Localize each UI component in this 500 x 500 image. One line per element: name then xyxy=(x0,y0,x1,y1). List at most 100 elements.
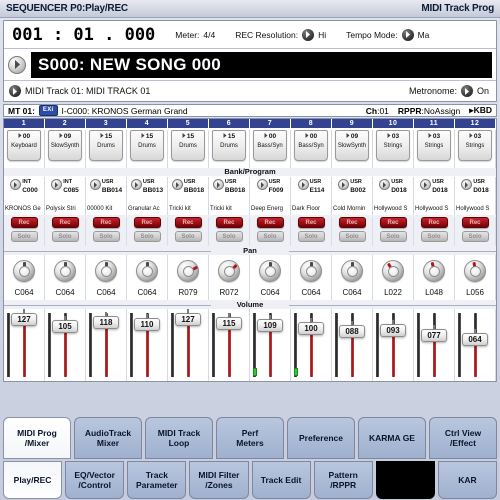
track-number-cell[interactable]: 3 xyxy=(86,119,127,128)
chevron-right-icon[interactable] xyxy=(130,179,142,190)
chevron-right-icon[interactable] xyxy=(10,179,22,190)
chevron-right-icon[interactable] xyxy=(302,28,315,41)
rec-resolution-value[interactable]: Hi xyxy=(318,30,326,40)
volume-fader[interactable]: 093 xyxy=(380,319,406,337)
bank-program-cell[interactable]: USR BB014 xyxy=(86,177,127,203)
pan-knob[interactable] xyxy=(54,260,76,282)
tab-audiotrack[interactable]: AudioTrack Mixer xyxy=(74,417,142,459)
solo-button[interactable]: Solo xyxy=(133,231,161,242)
solo-button[interactable]: Solo xyxy=(256,231,284,242)
bank-program-cell[interactable]: USR BB013 xyxy=(127,177,168,203)
rec-button[interactable]: Rec xyxy=(51,217,79,228)
solo-button[interactable]: Solo xyxy=(215,231,243,242)
rec-button[interactable]: Rec xyxy=(338,217,366,228)
category-button[interactable]: 15 Drums xyxy=(212,130,246,161)
chevron-right-icon[interactable] xyxy=(297,179,309,190)
pan-knob[interactable] xyxy=(259,260,281,282)
rec-button[interactable]: Rec xyxy=(379,217,407,228)
pan-knob[interactable] xyxy=(95,260,117,282)
category-button[interactable]: 09 SlowSynth xyxy=(335,130,369,161)
category-button[interactable]: 15 Drums xyxy=(89,130,123,161)
volume-fader[interactable]: 110 xyxy=(134,314,160,332)
solo-button[interactable]: Solo xyxy=(92,231,120,242)
chevron-right-icon[interactable] xyxy=(9,85,21,97)
track-number-cell[interactable]: 4 xyxy=(127,119,168,128)
rec-button[interactable]: Rec xyxy=(215,217,243,228)
tab-ctrl-view[interactable]: Ctrl View/Effect xyxy=(429,417,497,459)
volume-fader[interactable]: 115 xyxy=(216,312,242,330)
track-number-cell[interactable]: 9 xyxy=(332,119,373,128)
category-button[interactable]: 09 SlowSynth xyxy=(48,130,82,161)
bank-program-cell[interactable]: USR E114 xyxy=(291,177,332,203)
track-number-cell[interactable]: 7 xyxy=(250,119,291,128)
rec-button[interactable]: Rec xyxy=(92,217,120,228)
bank-program-cell[interactable]: USR BB018 xyxy=(168,177,209,203)
bank-program-cell[interactable]: USR BB018 xyxy=(209,177,250,203)
chevron-right-icon[interactable] xyxy=(51,179,63,190)
rec-button[interactable]: Rec xyxy=(174,217,202,228)
volume-fader[interactable]: 127 xyxy=(11,309,37,326)
pan-knob[interactable] xyxy=(177,260,199,282)
volume-fader[interactable]: 064 xyxy=(462,328,488,346)
rec-button[interactable]: Rec xyxy=(256,217,284,228)
tab-track[interactable]: Track Parameter xyxy=(127,461,187,499)
tab-pattern[interactable]: Pattern/RPPR xyxy=(313,461,373,499)
chevron-right-icon[interactable] xyxy=(420,179,432,190)
tab-kar[interactable]: KAR xyxy=(437,461,497,499)
track-number-cell[interactable]: 6 xyxy=(209,119,250,128)
category-button[interactable]: 00 Keyboard xyxy=(7,130,41,161)
rec-button[interactable]: Rec xyxy=(133,217,161,228)
solo-button[interactable]: Solo xyxy=(51,231,79,242)
pan-knob[interactable] xyxy=(341,260,363,282)
category-button[interactable]: 15 Drums xyxy=(130,130,164,161)
category-button[interactable]: 00 Bass/Syn xyxy=(253,130,287,161)
volume-fader[interactable]: 105 xyxy=(52,315,78,333)
chevron-right-icon[interactable] xyxy=(256,179,268,190)
chevron-right-icon[interactable] xyxy=(379,179,391,190)
pan-knob[interactable] xyxy=(136,260,158,282)
tab-karma-ge[interactable]: KARMA GE xyxy=(358,417,426,459)
bank-program-cell[interactable]: USR B002 xyxy=(332,177,373,203)
chevron-right-icon[interactable] xyxy=(338,179,350,190)
locate-display[interactable]: 001 : 01 . 000 xyxy=(12,25,155,45)
pan-knob[interactable] xyxy=(13,260,35,282)
category-button[interactable]: 00 Bass/Syn xyxy=(294,130,328,161)
track-number-cell[interactable]: 8 xyxy=(291,119,332,128)
chevron-right-icon[interactable] xyxy=(461,179,473,190)
category-button[interactable]: 03 Strings xyxy=(417,130,451,161)
pan-knob[interactable] xyxy=(382,260,404,282)
song-popup-icon[interactable] xyxy=(8,55,26,74)
track-select-value[interactable]: MIDI Track 01: MIDI TRACK 01 xyxy=(25,86,150,96)
tab-midi-prog[interactable]: MIDI Prog/Mixer xyxy=(3,417,71,459)
rec-button[interactable]: Rec xyxy=(297,217,325,228)
track-number-cell[interactable]: 1 xyxy=(4,119,45,128)
bank-program-cell[interactable]: INT C085 xyxy=(45,177,86,203)
song-name-display[interactable]: S000: NEW SONG 000 xyxy=(31,51,492,78)
pan-knob[interactable] xyxy=(423,260,445,282)
tab-midi-filter[interactable]: MIDI Filter/Zones xyxy=(189,461,249,499)
track-number-cell[interactable]: 11 xyxy=(414,119,455,128)
track-number-cell[interactable]: 10 xyxy=(373,119,414,128)
bank-program-cell[interactable]: USR D018 xyxy=(373,177,414,203)
tab-eq-vector[interactable]: EQ/Vector/Control xyxy=(65,461,125,499)
tempo-mode-value[interactable]: Ma xyxy=(418,30,430,40)
bank-program-cell[interactable]: INT C000 xyxy=(4,177,45,203)
volume-fader[interactable]: 100 xyxy=(298,317,324,335)
volume-fader[interactable]: 077 xyxy=(421,324,447,342)
track-number-cell[interactable]: 5 xyxy=(168,119,209,128)
track-number-cell[interactable]: 2 xyxy=(45,119,86,128)
tab-play-rec[interactable]: Play/REC xyxy=(3,461,63,499)
meter-value[interactable]: 4/4 xyxy=(203,30,215,40)
rec-button[interactable]: Rec xyxy=(10,217,38,228)
solo-button[interactable]: Solo xyxy=(420,231,448,242)
volume-fader[interactable]: 127 xyxy=(175,309,201,326)
pan-knob[interactable] xyxy=(218,260,240,282)
solo-button[interactable]: Solo xyxy=(10,231,38,242)
bank-program-cell[interactable]: USR F009 xyxy=(250,177,291,203)
rec-button[interactable]: Rec xyxy=(420,217,448,228)
chevron-right-icon[interactable] xyxy=(89,179,101,190)
pan-knob[interactable] xyxy=(300,260,322,282)
tab-perf[interactable]: Perf Meters xyxy=(216,417,284,459)
kbd-button[interactable]: ▸KBD xyxy=(469,105,492,116)
solo-button[interactable]: Solo xyxy=(338,231,366,242)
